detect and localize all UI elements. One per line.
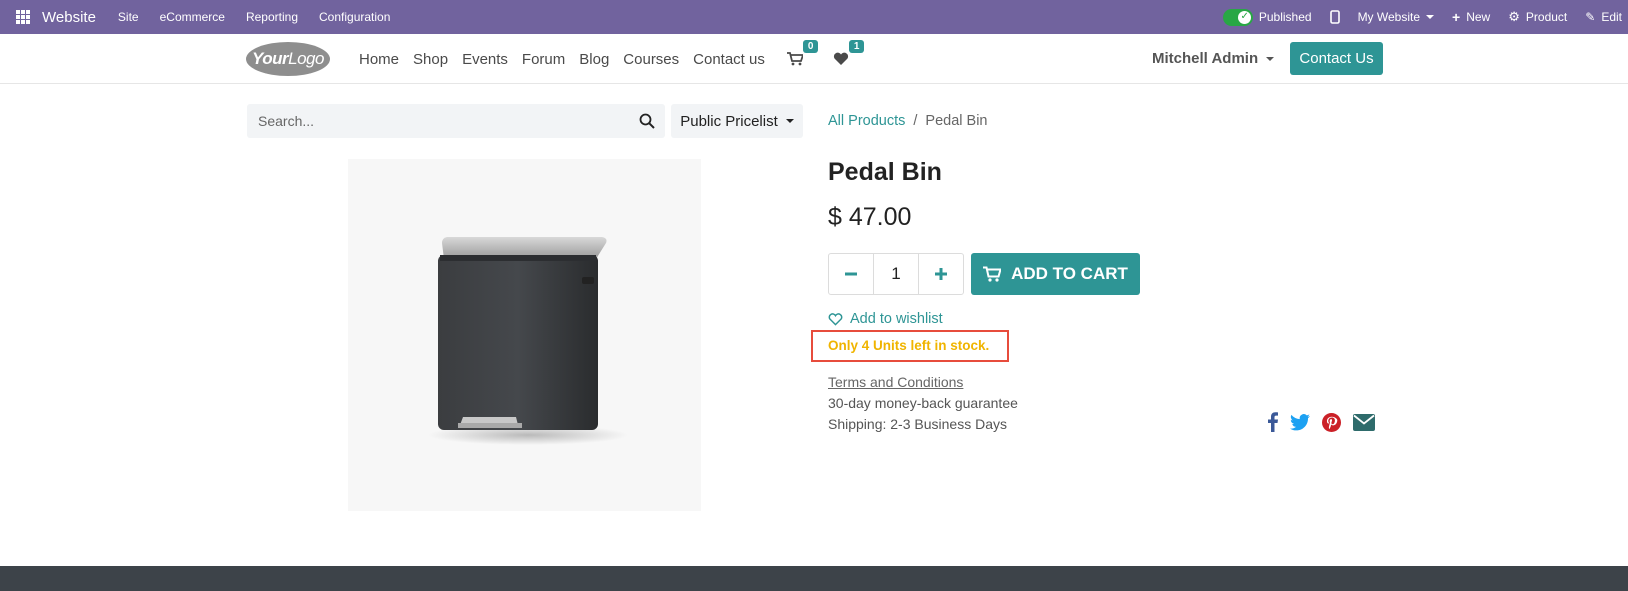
apps-grid-icon[interactable] <box>16 10 30 24</box>
terms-link[interactable]: Terms and Conditions <box>828 374 963 390</box>
breadcrumb-all-products[interactable]: All Products <box>828 113 905 129</box>
new-label: New <box>1466 10 1491 24</box>
admin-bar: Website Site eCommerce Reporting Configu… <box>0 0 1628 34</box>
product-title: Pedal Bin <box>828 158 942 186</box>
nav-home[interactable]: Home <box>359 51 399 68</box>
cart-link[interactable]: 0 <box>786 40 819 66</box>
wishlist-count-badge: 1 <box>848 40 865 53</box>
website-label: My Website <box>1357 10 1421 24</box>
admin-brand[interactable]: Website <box>42 9 96 26</box>
nav-forum[interactable]: Forum <box>522 51 565 68</box>
wishlist-label: Add to wishlist <box>850 311 943 327</box>
mobile-preview-button[interactable] <box>1329 10 1340 24</box>
pricelist-dropdown[interactable]: Public Pricelist <box>671 104 803 138</box>
product-image[interactable] <box>348 159 701 511</box>
nav-blog[interactable]: Blog <box>579 51 609 68</box>
quantity-input[interactable] <box>873 254 919 294</box>
facebook-icon[interactable] <box>1268 412 1278 432</box>
pinterest-icon[interactable] <box>1322 412 1341 432</box>
website-switcher[interactable]: My Website <box>1357 10 1435 24</box>
product-search <box>247 104 665 138</box>
twitter-icon[interactable] <box>1290 413 1310 431</box>
pedal-bin-image <box>428 237 628 445</box>
email-icon[interactable] <box>1353 413 1375 431</box>
heart-outline-icon <box>828 312 843 326</box>
nav-shop[interactable]: Shop <box>413 51 448 68</box>
contact-us-button[interactable]: Contact Us <box>1290 42 1383 75</box>
decrease-quantity-button[interactable] <box>829 254 873 294</box>
nav-contact-us[interactable]: Contact us <box>693 51 765 68</box>
social-share <box>1268 412 1375 432</box>
main-nav: Home Shop Events Forum Blog Courses Cont… <box>359 34 871 84</box>
admin-menu-reporting[interactable]: Reporting <box>246 10 298 24</box>
cart-count-badge: 0 <box>802 40 819 53</box>
published-label: Published <box>1258 10 1312 24</box>
heart-icon <box>833 52 848 65</box>
breadcrumb-current: Pedal Bin <box>925 113 988 129</box>
pricelist-label: Public Pricelist <box>680 112 778 130</box>
search-input[interactable] <box>247 113 607 129</box>
product-button[interactable]: ⚙ Product <box>1508 9 1567 25</box>
chevron-down-icon <box>785 119 794 123</box>
breadcrumb: All Products / Pedal Bin <box>828 113 987 129</box>
admin-menu-configuration[interactable]: Configuration <box>319 10 390 24</box>
guarantee-text: 30-day money-back guarantee <box>828 395 1018 411</box>
page-footer <box>0 566 1628 591</box>
product-price: $ 47.00 <box>828 203 912 231</box>
breadcrumb-separator: / <box>913 113 918 129</box>
published-toggle[interactable]: ✓ Published <box>1222 8 1312 26</box>
add-to-wishlist-link[interactable]: Add to wishlist <box>828 311 943 327</box>
plus-icon <box>935 268 947 280</box>
stock-warning: Only 4 Units left in stock. <box>828 338 990 353</box>
mobile-icon <box>1329 10 1340 24</box>
admin-menu-ecommerce[interactable]: eCommerce <box>160 10 225 24</box>
logo-text: Logo <box>288 49 324 68</box>
shipping-text: Shipping: 2-3 Business Days <box>828 416 1007 432</box>
add-to-cart-label: ADD TO CART <box>1011 264 1128 283</box>
gear-icon: ⚙ <box>1508 9 1520 24</box>
quantity-stepper <box>828 253 964 295</box>
toggle-switch-icon: ✓ <box>1222 8 1253 26</box>
admin-menu: Site eCommerce Reporting Configuration <box>118 10 411 24</box>
nav-courses[interactable]: Courses <box>623 51 679 68</box>
new-button[interactable]: + New <box>1452 9 1490 25</box>
chevron-down-icon <box>1266 56 1275 61</box>
chevron-down-icon <box>1426 15 1435 19</box>
admin-actions: ✓ Published My Website + New ⚙ Product ✎… <box>1222 0 1622 34</box>
cart-icon <box>786 52 803 66</box>
edit-button[interactable]: ✎ Edit <box>1585 10 1622 24</box>
admin-menu-site[interactable]: Site <box>118 10 139 24</box>
site-logo[interactable]: Your Logo <box>246 42 330 76</box>
increase-quantity-button[interactable] <box>919 254 963 294</box>
edit-label: Edit <box>1601 10 1622 24</box>
plus-icon: + <box>1452 9 1461 25</box>
user-menu[interactable]: Mitchell Admin <box>1152 50 1275 67</box>
search-icon[interactable] <box>639 113 655 129</box>
minus-icon <box>845 272 857 276</box>
pencil-icon: ✎ <box>1585 10 1596 24</box>
add-to-cart-button[interactable]: ADD TO CART <box>971 253 1140 295</box>
wishlist-link[interactable]: 1 <box>833 40 865 66</box>
nav-events[interactable]: Events <box>462 51 508 68</box>
logo-text-bold: Your <box>252 49 289 68</box>
cart-icon <box>983 266 1002 282</box>
product-label: Product <box>1525 10 1568 24</box>
site-header: Your Logo Home Shop Events Forum Blog Cou… <box>0 34 1628 84</box>
user-name: Mitchell Admin <box>1152 50 1259 67</box>
